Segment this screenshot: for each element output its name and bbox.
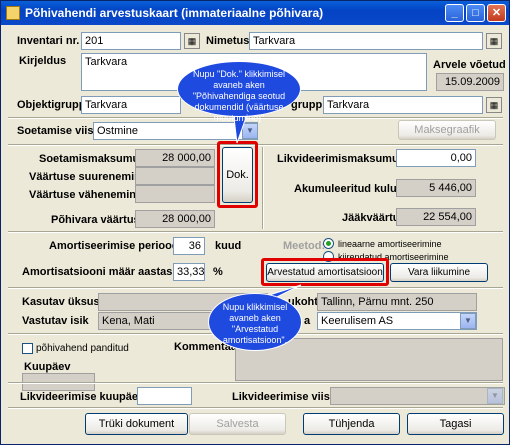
main-window: Põhivahendi arvestuskaart (immateriaalne… xyxy=(0,0,510,445)
arvestatud-callout: Nupu klikkimisel avaneb aken "Arvestatud… xyxy=(208,293,302,351)
dok-callout: Nupu "Dok." klikkimisel avaneb aken "Põh… xyxy=(177,61,301,123)
